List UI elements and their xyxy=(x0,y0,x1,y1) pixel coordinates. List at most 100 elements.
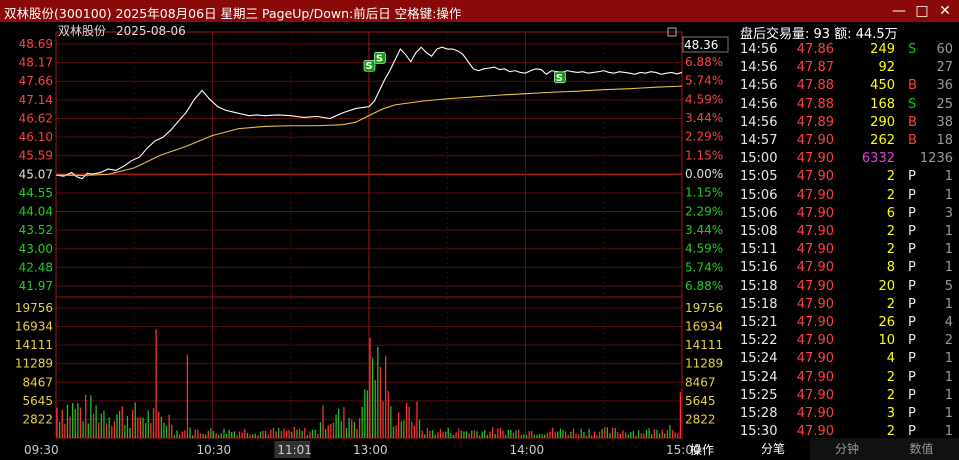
trade-volume: 20 xyxy=(878,278,895,294)
tab-values[interactable]: 数值 xyxy=(884,438,959,460)
price-tick-label: 46.62 xyxy=(19,111,53,125)
trade-price: 47.90 xyxy=(796,151,834,167)
trade-direction: P xyxy=(908,260,916,276)
percent-tick-label: 5.74% xyxy=(685,74,723,88)
trade-row: 15:06 47.90 2 P 1 xyxy=(736,188,959,206)
percent-tick-label: 1.15% xyxy=(685,186,723,200)
trade-count: 1 xyxy=(944,187,953,203)
trade-row: 15:24 47.90 2 P 1 xyxy=(736,370,959,388)
trade-volume: 2 xyxy=(886,224,895,239)
trade-price: 47.86 xyxy=(796,42,834,57)
trade-count: 1236 xyxy=(919,151,953,167)
volume-tick-label-right: 16934 xyxy=(685,320,723,334)
price-tick-label: 43.00 xyxy=(19,242,53,256)
percent-tick-label: 6.88% xyxy=(685,55,723,69)
trade-price: 47.90 xyxy=(796,224,834,239)
operate-button[interactable]: 操作 xyxy=(690,441,714,458)
trade-count: 1 xyxy=(944,224,953,239)
trade-time: 15:16 xyxy=(740,260,778,276)
trade-volume: 6332 xyxy=(861,151,895,167)
trade-row: 15:11 47.90 2 P 1 xyxy=(736,242,959,260)
percent-tick-label: 6.88% xyxy=(685,279,723,293)
trade-count: 1 xyxy=(944,260,953,276)
price-tick-label: 43.52 xyxy=(19,223,53,237)
trade-volume: 168 xyxy=(870,96,895,112)
trade-count: 1 xyxy=(944,169,953,185)
trade-time: 14:56 xyxy=(740,42,778,57)
trade-time: 15:18 xyxy=(740,278,778,294)
trade-count: 4 xyxy=(944,315,953,330)
trade-volume: 290 xyxy=(870,114,895,130)
trade-price: 47.90 xyxy=(796,260,834,276)
after-hours-summary: 盘后交易量: 93 额: 44.5万 xyxy=(740,27,898,42)
trade-direction: B xyxy=(908,133,917,148)
trade-row: 14:56 47.89 290 B 38 xyxy=(736,115,959,133)
trade-count: 3 xyxy=(944,205,953,221)
trade-time: 15:08 xyxy=(740,224,778,239)
intraday-chart[interactable]: SSS 48.6948.1747.6647.1446.6246.1045.594… xyxy=(0,22,736,460)
price-tick-label: 41.97 xyxy=(19,279,53,293)
trade-price: 47.90 xyxy=(796,169,834,185)
trade-volume: 10 xyxy=(878,333,895,349)
trade-direction: P xyxy=(908,406,916,421)
trade-row: 15:22 47.90 10 P 2 xyxy=(736,333,959,351)
chart-date: 2025-08-06 xyxy=(116,24,186,38)
trade-direction: P xyxy=(908,169,916,185)
trade-volume: 3 xyxy=(886,406,895,421)
trade-direction: P xyxy=(908,369,916,385)
maximize-button[interactable]: □ xyxy=(911,1,933,21)
trade-row: 15:28 47.90 3 P 1 xyxy=(736,406,959,424)
trade-row: 15:18 47.90 20 P 5 xyxy=(736,279,959,297)
percent-tick-label: 3.44% xyxy=(685,223,723,237)
trade-price: 47.90 xyxy=(796,406,834,421)
trade-volume: 2 xyxy=(886,424,895,440)
trade-direction: P xyxy=(908,424,916,440)
volume-tick-label-right: 8467 xyxy=(685,375,716,389)
trade-row: 15:24 47.90 4 P 1 xyxy=(736,351,959,369)
trade-time: 15:05 xyxy=(740,169,778,185)
trade-volume: 249 xyxy=(870,42,895,57)
trade-direction: B xyxy=(908,114,917,130)
trade-price: 47.90 xyxy=(796,315,834,330)
trade-volume: 26 xyxy=(878,315,895,330)
volume-tick-label: 11289 xyxy=(15,357,53,371)
time-axis-label: 11:01 xyxy=(277,443,312,457)
trade-row: 15:21 47.90 26 P 4 xyxy=(736,315,959,333)
tab-ticks[interactable]: 分笔 xyxy=(736,438,810,460)
trade-price: 47.90 xyxy=(796,187,834,203)
price-tick-label: 46.10 xyxy=(19,130,53,144)
price-tick-label: 45.07 xyxy=(19,167,53,181)
trade-time: 14:56 xyxy=(740,96,778,112)
trade-volume: 92 xyxy=(878,60,895,76)
time-axis-label: 09:30 xyxy=(24,443,59,457)
trade-price: 47.90 xyxy=(796,424,834,440)
percent-tick-label: 4.59% xyxy=(685,92,723,106)
percent-tick-label: 0.00% xyxy=(685,167,723,181)
percent-tick-label: 1.15% xyxy=(685,148,723,162)
trade-direction: P xyxy=(908,315,916,330)
trade-count: 1 xyxy=(944,424,953,440)
minimize-button[interactable]: — xyxy=(888,1,910,21)
trade-direction: S xyxy=(908,42,917,57)
close-button[interactable]: ✕ xyxy=(934,1,956,21)
volume-tick-label: 14111 xyxy=(15,338,53,352)
trade-volume: 8 xyxy=(886,260,895,276)
trade-time: 15:06 xyxy=(740,187,778,203)
trade-row: 15:18 47.90 2 P 1 xyxy=(736,297,959,315)
trade-direction: P xyxy=(908,333,916,349)
volume-tick-label-right: 2822 xyxy=(685,412,716,426)
trade-count: 2 xyxy=(944,333,953,349)
trade-direction: P xyxy=(908,387,916,403)
trade-row: 14:56 47.87 92 27 xyxy=(736,60,959,78)
tab-minutes[interactable]: 分钟 xyxy=(810,438,884,460)
trade-count: 1 xyxy=(944,369,953,385)
percent-tick-label: 2.29% xyxy=(685,130,723,144)
trade-price: 47.90 xyxy=(796,205,834,221)
trade-volume: 2 xyxy=(886,169,895,185)
trade-count: 1 xyxy=(944,406,953,421)
trade-price: 47.88 xyxy=(796,78,834,94)
trade-price: 47.90 xyxy=(796,242,834,258)
trade-count: 1 xyxy=(944,242,953,258)
trade-count: 18 xyxy=(936,133,953,148)
trade-volume: 2 xyxy=(886,187,895,203)
